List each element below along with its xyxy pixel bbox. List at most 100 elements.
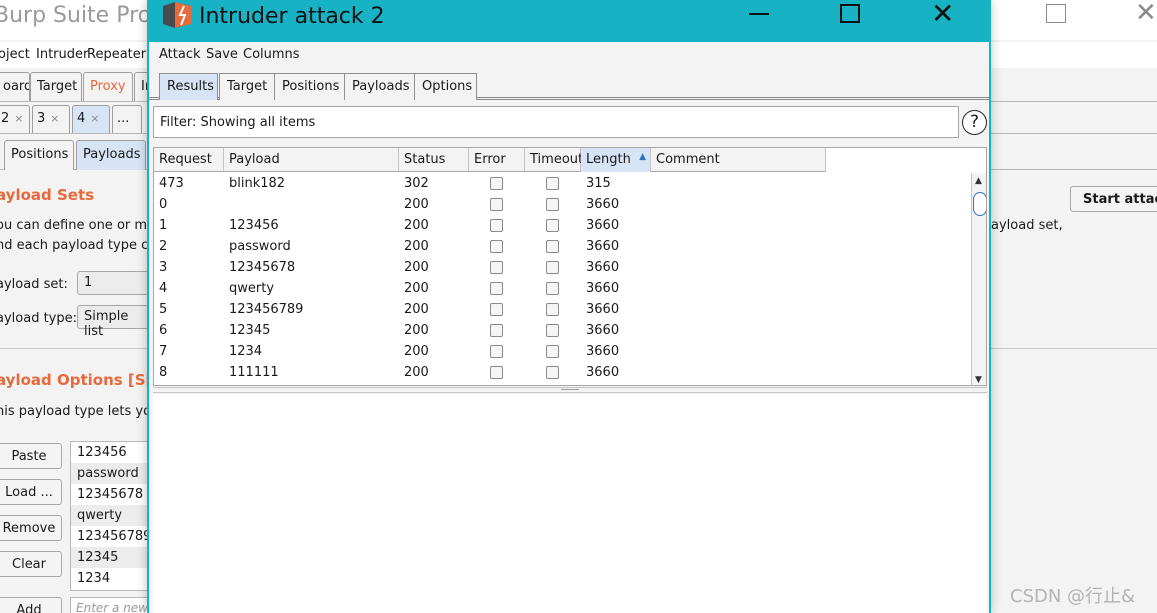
scrollbar-thumb[interactable] bbox=[973, 192, 986, 216]
close-icon[interactable]: ✕ bbox=[931, 0, 954, 28]
column-length[interactable]: Length ▲ bbox=[581, 148, 651, 172]
table-row[interactable]: 8 111111 200 3660 bbox=[154, 362, 974, 383]
cell-status: 200 bbox=[404, 365, 429, 380]
scroll-down-icon[interactable]: ▼ bbox=[975, 375, 982, 385]
column-request[interactable]: Request bbox=[154, 148, 224, 172]
menu-columns[interactable]: Columns bbox=[243, 47, 300, 62]
error-checkbox bbox=[490, 261, 503, 274]
tab-positions[interactable]: Positions bbox=[274, 73, 345, 100]
burp-close-icon[interactable]: ✕ bbox=[1135, 0, 1157, 26]
table-row[interactable]: 5 123456789 200 3660 bbox=[154, 299, 974, 320]
cell-request: 2 bbox=[159, 239, 168, 254]
column-status[interactable]: Status bbox=[399, 148, 469, 172]
table-row[interactable]: 7 1234 200 3660 bbox=[154, 341, 974, 362]
table-row[interactable]: 3 12345678 200 3660 bbox=[154, 257, 974, 278]
table-row[interactable]: 6 12345 200 3660 bbox=[154, 320, 974, 341]
error-checkbox bbox=[490, 282, 503, 295]
table-row[interactable]: 473 blink182 302 315 bbox=[154, 173, 974, 194]
cell-status: 200 bbox=[404, 281, 429, 296]
list-item[interactable]: 123456789 bbox=[71, 526, 149, 547]
attack-tab-3[interactable]: 3 × bbox=[32, 105, 70, 133]
cell-length: 3660 bbox=[586, 302, 620, 317]
attack-tab-more[interactable]: ... bbox=[112, 105, 142, 133]
load-button[interactable]: Load ... bbox=[0, 479, 62, 505]
table-row[interactable]: 0 200 3660 bbox=[154, 194, 974, 215]
attack-titlebar[interactable]: Intruder attack 2 ✕ bbox=[149, 0, 989, 42]
payload-list[interactable]: 123456 password 12345678 qwerty 12345678… bbox=[70, 441, 150, 591]
tab-proxy[interactable]: Proxy bbox=[83, 72, 133, 101]
payload-set-label: ayload set: bbox=[0, 277, 68, 292]
attack-tab-4[interactable]: 4 × bbox=[72, 105, 110, 133]
cell-length: 3660 bbox=[586, 239, 620, 254]
menu-intruder[interactable]: Intruder bbox=[36, 47, 88, 62]
cell-request: 1 bbox=[159, 218, 168, 233]
payload-set-select[interactable]: 1 bbox=[77, 271, 152, 295]
table-row[interactable]: 1 123456 200 3660 bbox=[154, 215, 974, 236]
request-response-pane bbox=[153, 394, 987, 613]
cell-payload: 111111 bbox=[229, 365, 279, 380]
tab-options[interactable]: Options bbox=[414, 73, 477, 100]
filter-bar[interactable]: Filter: Showing all items bbox=[153, 106, 959, 138]
payload-type-label: ayload type: bbox=[0, 311, 77, 326]
subtab-payloads[interactable]: Payloads bbox=[76, 140, 146, 170]
cell-request: 7 bbox=[159, 344, 168, 359]
add-button[interactable]: Add bbox=[0, 597, 62, 613]
add-payload-input[interactable]: Enter a new bbox=[70, 597, 150, 613]
results-scrollbar[interactable]: ▲ ▼ bbox=[971, 173, 986, 385]
cell-length: 315 bbox=[586, 176, 611, 191]
list-item[interactable]: 12345678 bbox=[71, 484, 149, 505]
split-pane-divider[interactable] bbox=[153, 387, 987, 393]
paste-button[interactable]: Paste bbox=[0, 443, 62, 469]
cell-request: 5 bbox=[159, 302, 168, 317]
minimize-icon[interactable] bbox=[749, 13, 769, 15]
list-item[interactable]: 12345 bbox=[71, 547, 149, 568]
list-item[interactable]: 1234 bbox=[71, 568, 149, 589]
start-attack-button[interactable]: Start attack bbox=[1070, 186, 1157, 212]
cell-payload bbox=[224, 194, 234, 215]
cell-status: 200 bbox=[404, 260, 429, 275]
list-item[interactable]: password bbox=[71, 463, 149, 484]
tab-payloads[interactable]: Payloads bbox=[344, 73, 415, 100]
help-icon[interactable]: ? bbox=[962, 110, 987, 135]
maximize-icon[interactable] bbox=[840, 4, 860, 23]
intruder-attack-window: Intruder attack 2 ✕ Attack Save Columns … bbox=[147, 0, 991, 613]
tab-target[interactable]: Target bbox=[30, 72, 82, 101]
cell-payload: blink182 bbox=[229, 176, 286, 191]
close-icon[interactable]: × bbox=[14, 112, 23, 125]
column-payload[interactable]: Payload bbox=[224, 148, 399, 172]
list-item[interactable]: qwerty bbox=[71, 505, 149, 526]
tab-results[interactable]: Results bbox=[159, 73, 218, 100]
timeout-checkbox bbox=[546, 261, 559, 274]
column-comment[interactable]: Comment bbox=[651, 148, 826, 172]
clear-button[interactable]: Clear bbox=[0, 551, 62, 577]
table-row[interactable]: 4 qwerty 200 3660 bbox=[154, 278, 974, 299]
close-icon[interactable]: × bbox=[50, 112, 59, 125]
watermark: CSDN @行止& bbox=[1010, 586, 1136, 607]
menu-repeater[interactable]: Repeater bbox=[87, 47, 146, 62]
menu-project[interactable]: oject bbox=[0, 47, 30, 62]
drag-handle-icon[interactable] bbox=[561, 389, 579, 391]
payload-options-desc: his payload type lets you c bbox=[0, 404, 171, 419]
tab-target[interactable]: Target bbox=[219, 73, 275, 100]
attack-tab-3-label: 3 bbox=[37, 111, 46, 126]
scroll-up-icon[interactable]: ▲ bbox=[975, 176, 982, 186]
subtab-positions[interactable]: Positions bbox=[4, 140, 74, 170]
attack-tab-2[interactable]: 2 × bbox=[0, 105, 30, 133]
payload-sets-title: ayload Sets bbox=[0, 186, 95, 204]
menu-attack[interactable]: Attack bbox=[159, 47, 201, 62]
column-timeout[interactable]: Timeout bbox=[525, 148, 583, 172]
list-item[interactable]: 123456 bbox=[71, 442, 149, 463]
cell-length: 3660 bbox=[586, 344, 620, 359]
cell-length: 3660 bbox=[586, 365, 620, 380]
attack-tab-2-label: 2 bbox=[1, 111, 10, 126]
burp-maximize-icon[interactable] bbox=[1046, 4, 1066, 23]
column-error[interactable]: Error bbox=[469, 148, 525, 172]
close-icon[interactable]: × bbox=[90, 112, 99, 125]
remove-button[interactable]: Remove bbox=[0, 515, 62, 541]
payload-type-select[interactable]: Simple list bbox=[77, 305, 152, 339]
tab-dashboard[interactable]: oard bbox=[0, 72, 30, 101]
attack-window-title: Intruder attack 2 bbox=[199, 4, 385, 29]
menu-save[interactable]: Save bbox=[206, 47, 238, 62]
table-row[interactable]: 2 password 200 3660 bbox=[154, 236, 974, 257]
attack-tabs: Results Target Positions Payloads Option… bbox=[149, 70, 989, 100]
